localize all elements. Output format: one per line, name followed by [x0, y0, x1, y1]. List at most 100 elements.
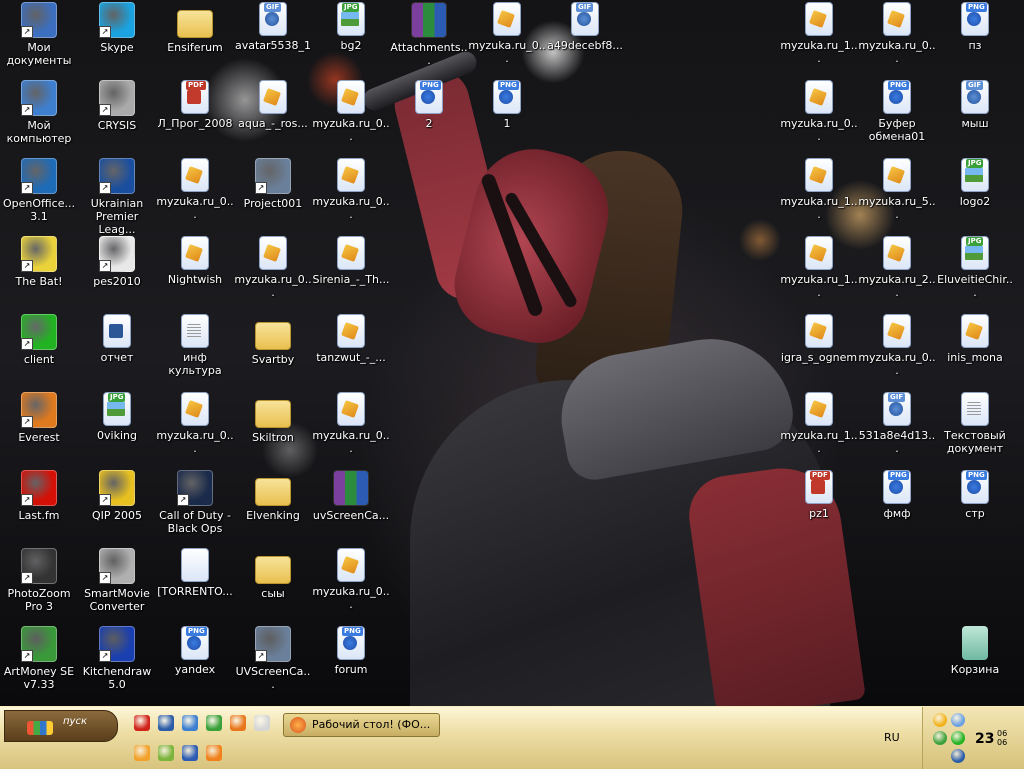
desktop-icon-myzuka-6[interactable]: myzuka.ru_0... [156, 158, 234, 221]
clock[interactable]: 23 [975, 731, 994, 747]
aimp-icon[interactable] [206, 745, 222, 761]
desktop-icon-tanzwut[interactable]: tanzwut_-_... [312, 314, 390, 364]
desktop-icon-myzuka-16[interactable]: myzuka.ru_1... [780, 392, 858, 455]
desktop-icon-avatar5538[interactable]: GIF avatar5538_1 [234, 2, 312, 52]
desktop-icon-the-bat[interactable]: ↗ The Bat! [0, 236, 78, 288]
desktop-icon-artmoney[interactable]: ↗ ArtMoney SE v7.33 [0, 626, 78, 691]
tray-3-icon[interactable] [933, 731, 947, 745]
desktop-icon-otchet[interactable]: отчет [78, 314, 156, 364]
desktop-icon-my-documents[interactable]: ↗ Мои документы [0, 2, 78, 67]
desktop-icon-myzuka-5[interactable]: myzuka.ru_0... [780, 80, 858, 143]
desktop-icon-uvscreencamera[interactable]: ↗ UVScreenCa... [234, 626, 312, 691]
desktop-icon-buffer-01[interactable]: PNG Буфер обмена01 [858, 80, 936, 143]
desktop-icon-crysis[interactable]: ↗ CRYSIS [78, 80, 156, 132]
desktop-icon-pz[interactable]: PNG пз [936, 2, 1014, 52]
tray-5-icon[interactable] [951, 749, 965, 763]
desktop-icon-myzuka-11[interactable]: myzuka.ru_1... [780, 236, 858, 299]
desktop-icon-recycle-bin[interactable]: Корзина [936, 626, 1014, 676]
desktop-icon-eluveitie[interactable]: JPG EluveitieChir... [936, 236, 1014, 299]
desktop-icon-skype[interactable]: ↗ Skype [78, 2, 156, 54]
desktop-icon-torrento[interactable]: [TORRENTO... [156, 548, 234, 598]
desktop-icon-mysh[interactable]: GIF мыш [936, 80, 1014, 130]
desktop-icon-logo2[interactable]: JPG logo2 [936, 158, 1014, 208]
torrent-icon[interactable] [158, 745, 174, 761]
desktop-icon-kitchendraw[interactable]: ↗ Kitchendraw 5.0 [78, 626, 156, 691]
desktop-icon-inis-mona[interactable]: inis_mona [936, 314, 1014, 364]
desktop-icon-l-prog-2008[interactable]: PDF Л_Прог_2008 [156, 80, 234, 130]
desktop-icon-myzuka-12[interactable]: myzuka.ru_2... [858, 236, 936, 299]
icq-icon[interactable] [206, 715, 222, 731]
desktop-icon-label: Last.fm [18, 509, 60, 522]
language-indicator[interactable]: RU [884, 731, 900, 744]
desktop-icon-label: myzuka.ru_5... [858, 195, 936, 221]
desktop-icon-myzuka-17[interactable]: myzuka.ru_0... [312, 548, 390, 611]
desktop-icon-531a8e4d13[interactable]: GIF 531a8e4d13... [858, 392, 936, 455]
desktop-icon-skiltron[interactable]: Skiltron [234, 392, 312, 444]
desktop-icon-myzuka-4[interactable]: myzuka.ru_0... [312, 80, 390, 143]
tray-1-icon[interactable] [933, 713, 947, 727]
desktop-icon-str[interactable]: PNG стр [936, 470, 1014, 520]
desktop-icon-svartby[interactable]: Svartby [234, 314, 312, 366]
desktop-icon-myzuka-1[interactable]: myzuka.ru_0... [468, 2, 546, 65]
avast-icon[interactable] [134, 745, 150, 761]
desktop-icon-myzuka-7[interactable]: myzuka.ru_0... [312, 158, 390, 221]
winamp-icon[interactable] [182, 745, 198, 761]
desktop-icon-myzuka-13[interactable]: myzuka.ru_0... [858, 314, 936, 377]
desktop-icon-elvenking[interactable]: Elvenking [234, 470, 312, 522]
desktop-icon-ensiferum[interactable]: Ensiferum [156, 2, 234, 54]
desktop-icon-0viking[interactable]: JPG 0viking [78, 392, 156, 442]
file-type-badge: JPG [966, 237, 984, 246]
desktop-icon-a49decebf8[interactable]: GIF a49decebf8... [546, 2, 624, 52]
desktop-icon-client[interactable]: ↗ client [0, 314, 78, 366]
desktop-icon-myzuka-14[interactable]: myzuka.ru_0... [156, 392, 234, 455]
desktop-icon-myzuka-10[interactable]: myzuka.ru_0... [234, 236, 312, 299]
desktop-icon-openoffice[interactable]: ↗ OpenOffice... 3.1 [0, 158, 78, 223]
firefox-icon[interactable] [230, 715, 246, 731]
desktop-icon-my-computer[interactable]: ↗ Мой компьютер [0, 80, 78, 145]
desktop-icon-pes2010[interactable]: ↗ pes2010 [78, 236, 156, 288]
desktop-icon-yandex[interactable]: PNG yandex [156, 626, 234, 676]
desktop-icon-ukrainian-premier-league[interactable]: ↗ Ukrainian Premier Leag... [78, 158, 156, 236]
desktop-icon-inf-kultura[interactable]: инф культура [156, 314, 234, 377]
desktop-icon-fmf[interactable]: PNG фмф [858, 470, 936, 520]
desktop-icon-label: forum [334, 663, 368, 676]
desktop-icon-sirenia[interactable]: Sirenia_-_Th... [312, 236, 390, 286]
shortcut-arrow-icon: ↗ [21, 338, 33, 350]
save-icon[interactable] [158, 715, 174, 731]
desktop-icon-call-of-duty[interactable]: ↗ Call of Duty - Black Ops [156, 470, 234, 535]
file-type-badge: PNG [966, 471, 987, 480]
start-button[interactable]: пуск [4, 710, 118, 742]
desktop-icon-myzuka-15[interactable]: myzuka.ru_0... [312, 392, 390, 455]
desktop-icon-photozoom[interactable]: ↗ PhotoZoom Pro 3 [0, 548, 78, 613]
desktop-icon-attachments[interactable]: Attachments... [390, 2, 468, 67]
desktop-icon-myzuka-2[interactable]: myzuka.ru_1... [780, 2, 858, 65]
abbyy-icon[interactable] [254, 715, 270, 731]
desktop-icon-myzuka-9[interactable]: myzuka.ru_5... [858, 158, 936, 221]
desktop-icon-myzuka-3[interactable]: myzuka.ru_0... [858, 2, 936, 65]
desktop-icon-pz1[interactable]: PDF pz1 [780, 470, 858, 520]
desktop-icon-igra-s-ognem[interactable]: igra_s_ognem [780, 314, 858, 364]
desktop-icon-bg2[interactable]: JPG bg2 [312, 2, 390, 52]
desktop-icon-aqua-ros[interactable]: aqua_-_ros... [234, 80, 312, 130]
desktop-icon-png-2[interactable]: PNG 2 [390, 80, 468, 130]
desktop-icon-uvscreencamera-rar[interactable]: uvScreenCa... [312, 470, 390, 522]
desktop-icon-myzuka-8[interactable]: myzuka.ru_1... [780, 158, 858, 221]
desktop-icon-nightwish[interactable]: Nightwish [156, 236, 234, 286]
desktop-icon-everest[interactable]: ↗ Everest [0, 392, 78, 444]
desktop-icon-project001[interactable]: ↗ Project001 [234, 158, 312, 210]
media-player-icon[interactable] [182, 715, 198, 731]
desktop-icon-qip-2005[interactable]: ↗ QIP 2005 [78, 470, 156, 522]
tray-4-icon[interactable] [951, 731, 965, 745]
desktop-icon-forum[interactable]: PNG forum [312, 626, 390, 676]
tray-2-icon[interactable] [951, 713, 965, 727]
opera-icon[interactable] [134, 715, 150, 731]
myzuka-3-icon [883, 2, 911, 36]
desktop-icon-png-1[interactable]: PNG 1 [468, 80, 546, 130]
desktop-icon-lastfm[interactable]: ↗ Last.fm [0, 470, 78, 522]
desktop-icon-smartmovie[interactable]: ↗ SmartMovie Converter [78, 548, 156, 613]
file-type-badge: JPG [108, 393, 126, 402]
task-button-desktop[interactable]: Рабочий стол! (ФО... [283, 713, 440, 737]
desktop-icon-syy[interactable]: сыы [234, 548, 312, 600]
desktop-icon-text-document[interactable]: Текстовый документ [936, 392, 1014, 455]
desktop[interactable]: ↗ Мои документы ↗ Skype Ensiferum GIF avatar55… [0, 0, 1024, 706]
